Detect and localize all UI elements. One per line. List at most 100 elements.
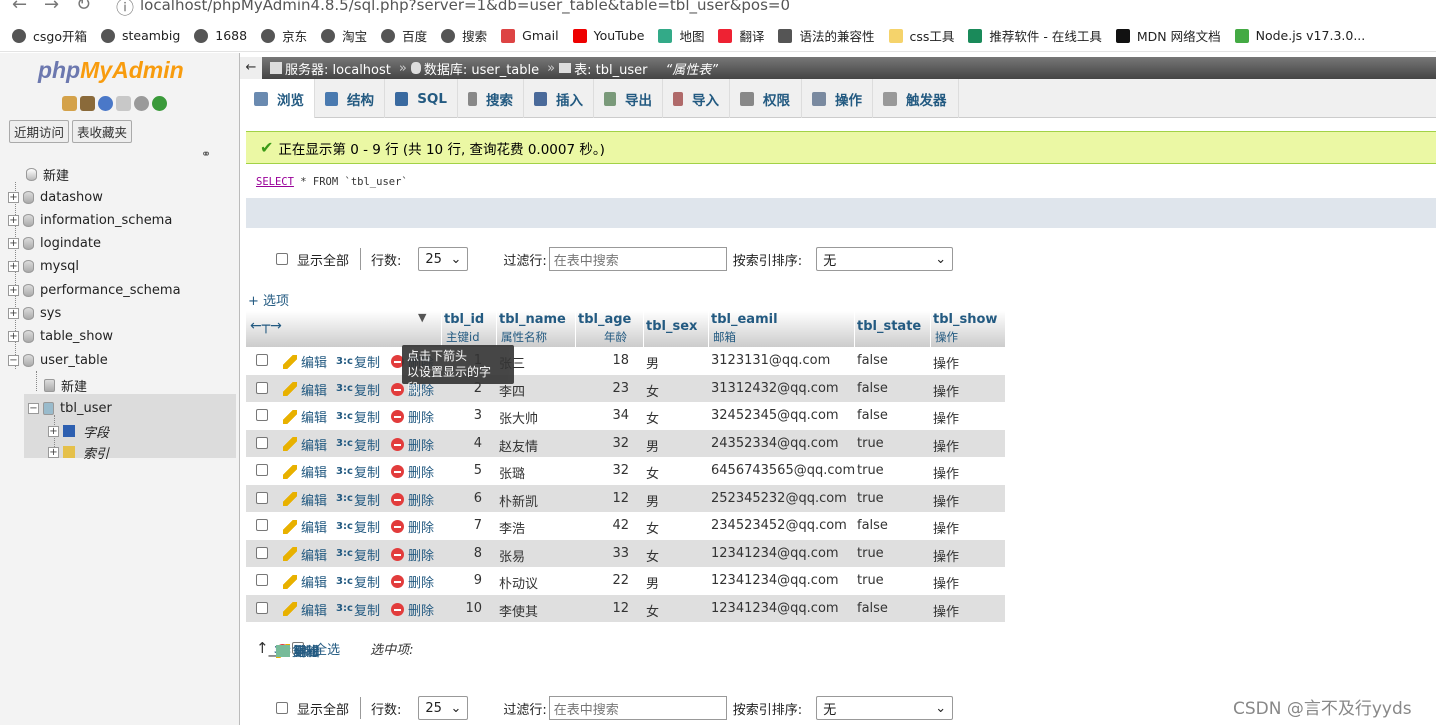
options-link[interactable]: + 选项 — [248, 290, 289, 309]
row-checkbox[interactable] — [256, 546, 268, 559]
row-checkbox[interactable] — [256, 354, 268, 366]
tab-sql[interactable]: SQL — [385, 79, 458, 118]
tab-search[interactable]: 搜索 — [458, 79, 524, 118]
bookmark-item[interactable]: YouTube — [572, 28, 644, 43]
row-delete-button[interactable]: 删除 — [391, 407, 434, 426]
tree-new-table[interactable]: 新建 — [44, 374, 87, 396]
row-copy-button[interactable]: 3:c 复制 — [336, 545, 380, 564]
row-checkbox[interactable] — [256, 381, 268, 394]
column-header-tbl-id[interactable]: tbl_id 主键id — [444, 311, 499, 347]
row-delete-button[interactable]: 删除 — [391, 462, 434, 481]
row-delete-button[interactable]: 删除 — [391, 600, 434, 619]
row-edit-button[interactable]: 编辑 — [283, 380, 327, 399]
row-checkbox[interactable] — [256, 436, 268, 449]
filter-input[interactable]: 在表中搜索 — [548, 247, 727, 271]
tree-database-information-schema[interactable]: + information_schema — [8, 209, 172, 231]
column-header-tbl-sex[interactable]: tbl_sex — [646, 311, 711, 347]
bookmark-item[interactable]: steambig — [100, 28, 180, 43]
collapse-nav-arrow-icon[interactable]: ← — [240, 57, 262, 79]
column-name[interactable]: tbl_age — [578, 312, 631, 327]
row-checkbox[interactable] — [256, 601, 268, 614]
tree-database-datashow[interactable]: + datashow — [8, 186, 103, 208]
column-name[interactable]: tbl_name — [499, 312, 566, 327]
bookmark-item[interactable]: css工具 — [888, 26, 954, 45]
expand-icon[interactable]: + — [8, 261, 19, 273]
column-name[interactable]: tbl_id — [444, 312, 484, 327]
column-name[interactable]: tbl_state — [857, 319, 921, 334]
bookmark-item[interactable]: 地图 — [658, 26, 704, 45]
column-header-tbl-name[interactable]: tbl_name 属性名称 — [499, 311, 578, 347]
bookmark-item[interactable]: csgo开箱 — [12, 26, 87, 45]
collapse-icon[interactable]: − — [28, 402, 39, 414]
expand-icon[interactable]: + — [8, 331, 19, 343]
expand-icon[interactable]: + — [48, 446, 59, 458]
logout-icon[interactable] — [80, 96, 95, 111]
tab-browse[interactable]: 浏览 — [244, 79, 315, 118]
row-copy-button[interactable]: 3:c 复制 — [336, 462, 380, 482]
row-edit-button[interactable]: 编辑 — [283, 462, 327, 481]
show-all-checkbox[interactable] — [276, 702, 288, 714]
favorite-tables-tab[interactable]: 表收藏夹 — [72, 120, 133, 143]
row-copy-button[interactable]: 3:c 复制 — [336, 600, 380, 619]
tree-database-performance-schema[interactable]: + performance_schema — [8, 279, 181, 301]
tree-database-logindate[interactable]: + logindate — [8, 233, 101, 255]
home-icon[interactable] — [62, 96, 77, 111]
expand-icon[interactable]: + — [8, 284, 19, 296]
tree-database-sys[interactable]: + sys — [8, 303, 61, 325]
breadcrumb-server[interactable]: 服务器: localhost — [285, 59, 391, 78]
sql-keyword[interactable]: SELECT — [256, 176, 294, 188]
column-name[interactable]: tbl_show — [933, 312, 997, 327]
tab-triggers[interactable]: 触发器 — [873, 79, 959, 118]
row-checkbox[interactable] — [256, 409, 268, 421]
row-delete-button[interactable]: 删除 — [391, 435, 434, 454]
tree-new-database[interactable]: 新建 — [26, 163, 69, 185]
tab-export[interactable]: 导出 — [594, 79, 663, 118]
rows-select[interactable]: 25 ⌄ — [418, 696, 469, 720]
bookmark-item[interactable]: 搜索 — [441, 26, 487, 45]
address-field[interactable]: localhost/phpMyAdmin4.8.5/sql.php?server… — [140, 0, 790, 14]
tree-database-table-show[interactable]: + table_show — [8, 326, 113, 348]
column-name[interactable]: tbl_eamil — [711, 312, 778, 327]
bulk-export-button[interactable]: 导出 — [276, 641, 320, 660]
collapse-icon[interactable]: − — [8, 354, 19, 366]
row-edit-button[interactable]: 编辑 — [283, 545, 327, 564]
row-checkbox[interactable] — [256, 574, 268, 586]
row-delete-button[interactable]: 删除 — [391, 517, 434, 536]
tree-database-user-table[interactable]: − user_table — [8, 349, 108, 371]
tab-operations[interactable]: 操作 — [802, 79, 873, 118]
forward-arrow-icon[interactable]: → — [44, 0, 59, 15]
tree-columns-node[interactable]: + 字段 — [48, 420, 109, 442]
recent-tables-tab[interactable]: 近期访问 — [9, 120, 70, 143]
row-copy-button[interactable]: 3:c 复制 — [336, 380, 380, 399]
row-delete-button[interactable]: 删除 — [391, 545, 434, 564]
column-header-tbl-eamil[interactable]: tbl_eamil 邮箱 — [711, 311, 857, 347]
rows-select[interactable]: 25 ⌄ — [418, 247, 469, 271]
bookmark-item[interactable]: 语法的兼容性 — [778, 26, 875, 45]
settings-gear-icon[interactable] — [134, 96, 149, 111]
bookmark-item[interactable]: 淘宝 — [321, 26, 367, 45]
expand-columns-arrows-icon[interactable]: ←┬→ — [250, 318, 282, 334]
row-checkbox[interactable] — [256, 491, 268, 504]
row-edit-button[interactable]: 编辑 — [283, 435, 327, 454]
row-edit-button[interactable]: 编辑 — [283, 572, 327, 591]
tree-indexes-node[interactable]: + 索引 — [48, 441, 109, 463]
column-dropdown-arrow-icon[interactable]: ▼ — [418, 311, 426, 324]
bookmark-item[interactable]: 翻译 — [718, 26, 764, 45]
expand-icon[interactable]: + — [8, 214, 19, 226]
breadcrumb-database[interactable]: 数据库: user_table — [424, 59, 539, 78]
row-edit-button[interactable]: 编辑 — [283, 517, 327, 536]
row-copy-button[interactable]: 3:c 复制 — [336, 407, 380, 427]
row-copy-button[interactable]: 3:c 复制 — [336, 490, 380, 509]
tab-structure[interactable]: 结构 — [315, 79, 385, 118]
back-arrow-icon[interactable]: ← — [12, 0, 27, 15]
sort-select[interactable]: 无 ⌄ — [816, 247, 954, 271]
phpmyadmin-logo[interactable]: phpMyAdmin — [38, 57, 184, 84]
tab-insert[interactable]: 插入 — [524, 79, 594, 118]
filter-input[interactable]: 在表中搜索 — [548, 696, 727, 720]
site-info-icon[interactable]: ⓘ — [116, 0, 134, 20]
column-header-tbl-show[interactable]: tbl_show 操作 — [933, 311, 1005, 347]
bookmark-item[interactable]: Gmail — [501, 28, 559, 43]
row-copy-button[interactable]: 3:c 复制 — [336, 572, 380, 592]
show-all-checkbox[interactable] — [276, 253, 288, 265]
row-edit-button[interactable]: 编辑 — [283, 352, 327, 371]
